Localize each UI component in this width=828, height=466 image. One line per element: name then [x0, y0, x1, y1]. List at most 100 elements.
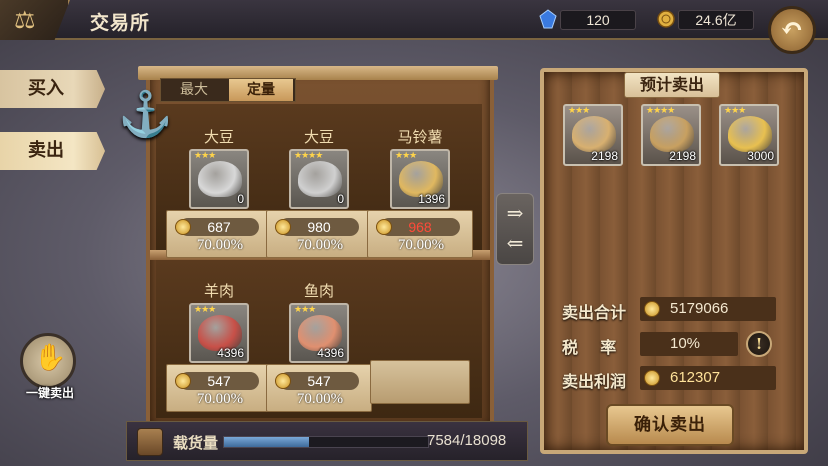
coin-icon [275, 373, 291, 389]
cargo-progress-track [223, 436, 429, 448]
item-name: 马铃薯 [397, 128, 443, 146]
confirm-sell-button[interactable]: 确认卖出 [606, 404, 734, 446]
tax-info-button[interactable]: ! [746, 331, 772, 357]
item-name: 羊肉 [203, 282, 234, 300]
sell-price-card: 980 70.00% [266, 210, 372, 258]
hand-coins-icon: ✋ [34, 343, 67, 373]
arrow-right-icon: ⇒ [506, 201, 524, 225]
profit-value-field: 612307 [640, 366, 776, 390]
item-art [650, 116, 694, 152]
star-rating: ★★★ [395, 151, 417, 161]
item-quantity: 0 [237, 192, 244, 206]
price-percent: 70.00% [196, 391, 244, 407]
item-price: 980 [307, 219, 331, 235]
price-pill: 980 [275, 218, 359, 236]
tab-buy[interactable]: 买入 [0, 70, 105, 108]
star-rating: ★★★ [194, 151, 216, 161]
item-price: 687 [207, 219, 231, 235]
item-quantity: 1396 [418, 192, 445, 206]
sell-price-card: 547 70.00% [166, 364, 272, 412]
price-percent: 70.00% [196, 237, 244, 253]
price-percent: 70.00% [296, 391, 344, 407]
star-rating: ★★★ [724, 106, 746, 116]
total-value-field: 5179066 [640, 297, 776, 321]
item-name: 大豆 [203, 128, 234, 146]
page-title: 交易所 [90, 12, 151, 34]
coin-icon [644, 301, 660, 317]
profit-label: 卖出利润 [562, 372, 627, 391]
price-percent: 70.00% [397, 237, 445, 253]
quick-sell-button[interactable]: ✋ [20, 333, 76, 389]
star-rating: ★★★ [568, 106, 590, 116]
star-rating: ★★★ [294, 305, 316, 315]
gold-coin-icon [657, 10, 675, 28]
tax-value: 10% [640, 332, 738, 356]
price-percent: 70.00% [296, 237, 344, 253]
item-quantity: 4396 [317, 346, 344, 360]
sell-price-card: 968 70.00% [367, 210, 473, 258]
gold-count: 24.6亿 [678, 10, 754, 30]
scales-emblem: ⚖ [0, 0, 70, 40]
item-art [198, 161, 242, 197]
mutton-icon[interactable]: ★★★ 4396 [189, 303, 249, 363]
arrow-left-icon: ⇐ [506, 231, 524, 255]
item-art [728, 116, 772, 152]
star-rating: ★★★ [194, 305, 216, 315]
back-button[interactable]: ↶ [768, 6, 816, 54]
star-rating: ★★★★ [294, 151, 323, 161]
empty-slot[interactable] [370, 360, 470, 404]
coin-icon [376, 219, 392, 235]
preview-item[interactable]: ★★★ 2198 [563, 104, 623, 166]
total-value: 5179066 [670, 300, 729, 317]
panel-title: 预计卖出 [624, 72, 720, 98]
sell-price-card: 687 70.00% [166, 210, 272, 258]
sell-price-card: 547 70.00% [266, 364, 372, 412]
item-name: 大豆 [303, 128, 334, 146]
filter-fixed-button[interactable]: 定量 [229, 79, 293, 101]
coin-icon [175, 373, 191, 389]
coin-icon [275, 219, 291, 235]
potato-sack-icon[interactable]: ★★★ 1396 [390, 149, 450, 209]
item-quantity: 2198 [669, 149, 696, 163]
soybean-sack-icon[interactable]: ★★★ 0 [189, 149, 249, 209]
price-pill: 687 [175, 218, 259, 236]
item-quantity: 3000 [747, 149, 774, 163]
cargo-progress-fill [224, 437, 310, 447]
coin-icon [175, 219, 191, 235]
item-price: 968 [408, 219, 432, 235]
exclamation-icon: ! [755, 335, 763, 353]
total-label: 卖出合计 [562, 303, 627, 322]
price-pill: 968 [376, 218, 460, 236]
tab-sell[interactable]: 卖出 [0, 132, 105, 170]
quick-sell-label: 一键卖出 [25, 386, 74, 400]
back-arrow-icon: ↶ [780, 12, 804, 45]
item-quantity: 4396 [217, 346, 244, 360]
item-quantity: 0 [337, 192, 344, 206]
top-bar: ⚖ 交易所 120 24.6亿 ↶ [0, 0, 828, 54]
item-name: 鱼肉 [303, 282, 334, 300]
tax-label: 税 率 [562, 338, 617, 357]
filter-max-button[interactable]: 最大 [165, 79, 223, 101]
coin-icon [644, 370, 660, 386]
scales-icon: ⚖ [14, 6, 36, 34]
preview-item[interactable]: ★★★ 3000 [719, 104, 779, 166]
barrel-icon [137, 428, 163, 456]
profit-value: 612307 [670, 369, 721, 386]
item-art [298, 161, 342, 197]
item-price: 547 [307, 373, 331, 389]
item-quantity: 2198 [591, 149, 618, 163]
item-art [572, 116, 616, 152]
soybean-sack-icon[interactable]: ★★★★ 0 [289, 149, 349, 209]
gem-icon [539, 9, 557, 29]
fish-meat-icon[interactable]: ★★★ 4396 [289, 303, 349, 363]
preview-item[interactable]: ★★★★ 2198 [641, 104, 701, 166]
switch-direction-button[interactable]: ⇒ ⇐ [496, 193, 534, 265]
cargo-label: 载货量 [173, 434, 219, 452]
cargo-capacity-bar: 载货量 7584/18098 [126, 421, 528, 461]
quantity-filter: 最大 定量 [160, 78, 296, 102]
item-price: 547 [207, 373, 231, 389]
star-rating: ★★★★ [646, 106, 675, 116]
price-pill: 547 [175, 372, 259, 390]
gem-count: 120 [560, 10, 636, 30]
cargo-value: 7584/18098 [427, 432, 507, 449]
